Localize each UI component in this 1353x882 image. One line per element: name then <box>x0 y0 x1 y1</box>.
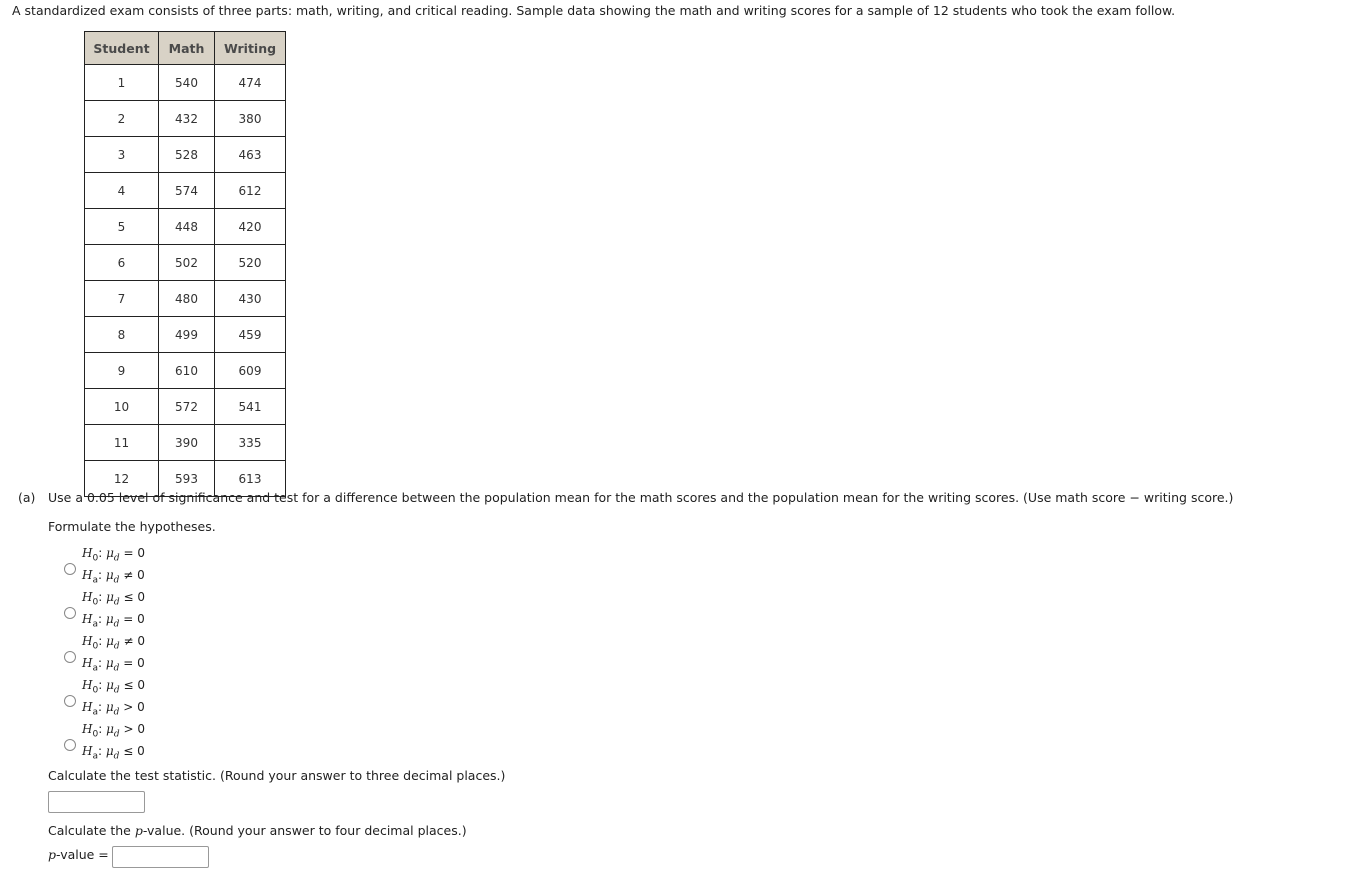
p-value-prompt-prefix: Calculate the <box>48 823 135 838</box>
alternative-hypothesis: Ha: μd = 0 <box>82 612 145 630</box>
writing-cell: 420 <box>214 208 286 245</box>
table-row: 3 528 463 <box>84 136 286 173</box>
p-value-label-suffix: -value = <box>56 847 109 862</box>
hypothesis-text: H0: μd = 0 Ha: μd ≠ 0 <box>82 545 145 590</box>
hypothesis-option-1[interactable]: H0: μd = 0 Ha: μd ≠ 0 <box>64 545 145 590</box>
radio-button[interactable] <box>64 739 76 752</box>
writing-cell: 612 <box>214 172 286 209</box>
writing-cell: 609 <box>214 352 286 389</box>
table-row: 4 574 612 <box>84 172 286 209</box>
p-value-prompt-p: p <box>134 823 143 838</box>
hypothesis-text: H0: μd ≤ 0 Ha: μd > 0 <box>82 677 145 722</box>
h0-operator: > <box>123 722 134 736</box>
radio-button[interactable] <box>64 563 76 576</box>
hypothesis-text: H0: μd ≤ 0 Ha: μd = 0 <box>82 589 145 634</box>
student-cell: 1 <box>84 64 159 101</box>
math-cell: 432 <box>158 100 215 137</box>
radio-button[interactable] <box>64 651 76 664</box>
math-cell: 499 <box>158 316 215 353</box>
student-cell: 3 <box>84 136 159 173</box>
header-writing: Writing <box>214 31 286 65</box>
student-cell: 11 <box>84 424 159 461</box>
writing-cell: 463 <box>214 136 286 173</box>
p-value-prompt-suffix: -value. (Round your answer to four decim… <box>142 823 467 838</box>
h0-operator: ≤ <box>123 590 134 604</box>
p-value-label: p-value = <box>48 847 109 862</box>
radio-button[interactable] <box>64 695 76 708</box>
math-cell: 502 <box>158 244 215 281</box>
alternative-hypothesis: Ha: μd ≠ 0 <box>82 568 145 586</box>
table-row: 11 390 335 <box>84 424 286 461</box>
part-a-text: Use a 0.05 level of significance and tes… <box>48 490 1234 505</box>
hypothesis-text: H0: μd ≠ 0 Ha: μd = 0 <box>82 633 145 678</box>
radio-button[interactable] <box>64 607 76 620</box>
table-row: 2 432 380 <box>84 100 286 137</box>
math-cell: 390 <box>158 424 215 461</box>
problem-intro: A standardized exam consists of three pa… <box>12 3 1176 18</box>
null-hypothesis: H0: μd = 0 <box>82 546 145 564</box>
table-row: 8 499 459 <box>84 316 286 353</box>
student-cell: 5 <box>84 208 159 245</box>
math-cell: 448 <box>158 208 215 245</box>
math-cell: 610 <box>158 352 215 389</box>
math-cell: 574 <box>158 172 215 209</box>
null-hypothesis: H0: μd ≤ 0 <box>82 590 145 608</box>
null-hypothesis: H0: μd ≤ 0 <box>82 678 145 696</box>
table-header-row: Student Math Writing <box>84 31 286 65</box>
math-cell: 540 <box>158 64 215 101</box>
scores-table: Student Math Writing 1 540 474 2 432 380 3 528 4… <box>84 31 286 497</box>
part-a-question: (a) Use a 0.05 level of significance and … <box>18 490 1233 505</box>
header-math: Math <box>158 31 215 65</box>
hypothesis-option-2[interactable]: H0: μd ≤ 0 Ha: μd = 0 <box>64 589 145 634</box>
student-cell: 4 <box>84 172 159 209</box>
math-cell: 572 <box>158 388 215 425</box>
ha-operator: > <box>123 700 134 715</box>
ha-operator: = <box>123 656 134 671</box>
hypothesis-option-5[interactable]: H0: μd > 0 Ha: μd ≤ 0 <box>64 721 145 766</box>
p-value-label-p: p <box>48 847 57 862</box>
test-statistic-input[interactable] <box>48 791 145 813</box>
p-value-input[interactable] <box>112 846 209 868</box>
writing-cell: 335 <box>214 424 286 461</box>
h0-operator: ≠ <box>123 634 134 648</box>
ha-operator: ≠ <box>123 568 134 583</box>
hypothesis-option-3[interactable]: H0: μd ≠ 0 Ha: μd = 0 <box>64 633 145 678</box>
student-cell: 7 <box>84 280 159 317</box>
writing-cell: 474 <box>214 64 286 101</box>
math-cell: 528 <box>158 136 215 173</box>
table-row: 1 540 474 <box>84 64 286 101</box>
alternative-hypothesis: Ha: μd = 0 <box>82 656 145 674</box>
writing-cell: 541 <box>214 388 286 425</box>
writing-cell: 380 <box>214 100 286 137</box>
table-row: 7 480 430 <box>84 280 286 317</box>
writing-cell: 459 <box>214 316 286 353</box>
student-cell: 10 <box>84 388 159 425</box>
formulate-prompt: Formulate the hypotheses. <box>48 519 216 534</box>
hypothesis-option-4[interactable]: H0: μd ≤ 0 Ha: μd > 0 <box>64 677 145 722</box>
test-statistic-prompt: Calculate the test statistic. (Round you… <box>48 768 506 783</box>
table-row: 9 610 609 <box>84 352 286 389</box>
null-hypothesis: H0: μd ≠ 0 <box>82 634 145 652</box>
table-row: 10 572 541 <box>84 388 286 425</box>
table-row: 6 502 520 <box>84 244 286 281</box>
header-student: Student <box>84 31 159 65</box>
student-cell: 9 <box>84 352 159 389</box>
alternative-hypothesis: Ha: μd ≤ 0 <box>82 744 145 762</box>
h0-operator: ≤ <box>123 678 134 692</box>
p-value-prompt: Calculate the p-value. (Round your answe… <box>48 823 467 838</box>
null-hypothesis: H0: μd > 0 <box>82 722 145 740</box>
writing-cell: 430 <box>214 280 286 317</box>
table-row: 5 448 420 <box>84 208 286 245</box>
ha-operator: ≤ <box>123 744 134 759</box>
h0-operator: = <box>123 546 134 560</box>
student-cell: 6 <box>84 244 159 281</box>
writing-cell: 520 <box>214 244 286 281</box>
math-cell: 480 <box>158 280 215 317</box>
hypothesis-text: H0: μd > 0 Ha: μd ≤ 0 <box>82 721 145 766</box>
alternative-hypothesis: Ha: μd > 0 <box>82 700 145 718</box>
student-cell: 8 <box>84 316 159 353</box>
part-a-label: (a) <box>18 490 36 505</box>
student-cell: 2 <box>84 100 159 137</box>
ha-operator: = <box>123 612 134 627</box>
